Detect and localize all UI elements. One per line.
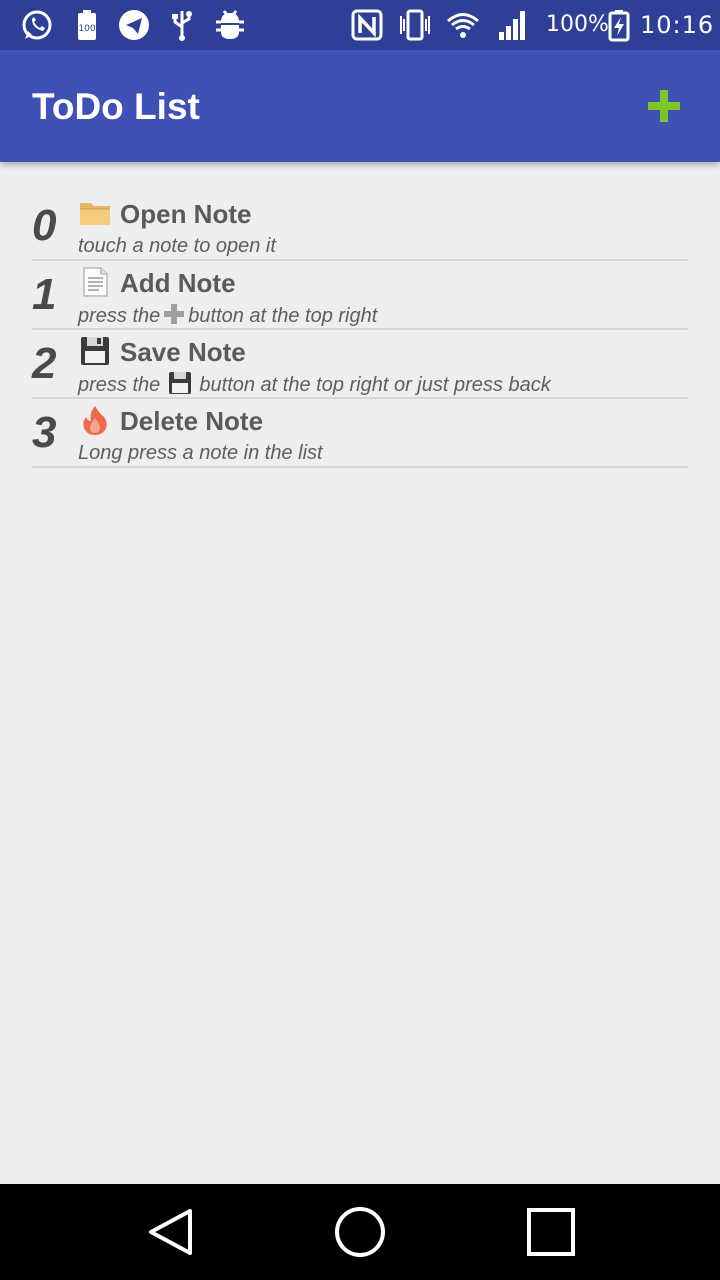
home-circle-icon [335,1207,385,1257]
clock: 10:16 [640,11,715,39]
back-button[interactable] [140,1202,200,1262]
folder-icon [78,198,112,228]
page-icon [78,267,112,297]
battery-100-icon: 100 [70,8,104,42]
fire-icon [78,405,112,435]
status-bar: 100 100% 10:16 [0,0,720,50]
floppy-disk-icon [78,336,112,366]
app-bar: ToDo List [0,50,720,162]
note-index: 3 [32,408,57,457]
plus-icon [162,303,186,325]
note-title: Open Note [120,199,252,229]
svg-text:100: 100 [78,24,95,34]
page-title: ToDo List [32,86,200,127]
navigation-bar [0,1184,720,1280]
vibrate-icon [398,8,432,42]
note-description-part: press the [78,374,166,396]
note-list: 0 Open Note touch a note to open it 1 Ad… [32,192,688,468]
wifi-icon [446,8,480,42]
note-index: 2 [32,339,57,388]
note-title: Delete Note [120,406,264,436]
note-index: 0 [32,201,57,250]
back-triangle-icon [149,1209,192,1255]
note-description: press the button at the top right or jus… [78,372,551,397]
add-note-button[interactable] [640,82,688,130]
telegram-icon [117,8,151,42]
battery-percent: 100% [546,12,609,37]
list-item[interactable]: 0 Open Note touch a note to open it [32,192,688,261]
note-description: touch a note to open it [78,235,276,257]
nfc-icon [350,8,384,42]
note-description: press the button at the top right [78,303,377,328]
note-title: Add Note [120,268,236,298]
list-item[interactable]: 2 Save Note press the button at the top … [32,330,688,399]
note-title: Save Note [120,337,246,367]
recents-button[interactable] [520,1202,580,1262]
recents-square-icon [527,1208,575,1256]
note-description-part: press the [78,305,161,327]
home-button[interactable] [330,1202,390,1262]
floppy-disk-icon [168,372,192,394]
android-debug-icon [213,8,247,42]
note-description-part: button at the top right or just press ba… [193,374,551,396]
usb-icon [165,8,199,42]
note-index: 1 [32,270,57,319]
note-description: Long press a note in the list [78,442,323,464]
list-item[interactable]: 3 Delete Note Long press a note in the l… [32,399,688,468]
plus-icon [648,90,680,122]
signal-icon [496,8,530,42]
list-item[interactable]: 1 Add Note press the button at the top ri… [32,261,688,330]
note-description-part: button at the top right [188,305,378,327]
whatsapp-icon [20,8,54,42]
battery-charging-icon [602,8,636,42]
